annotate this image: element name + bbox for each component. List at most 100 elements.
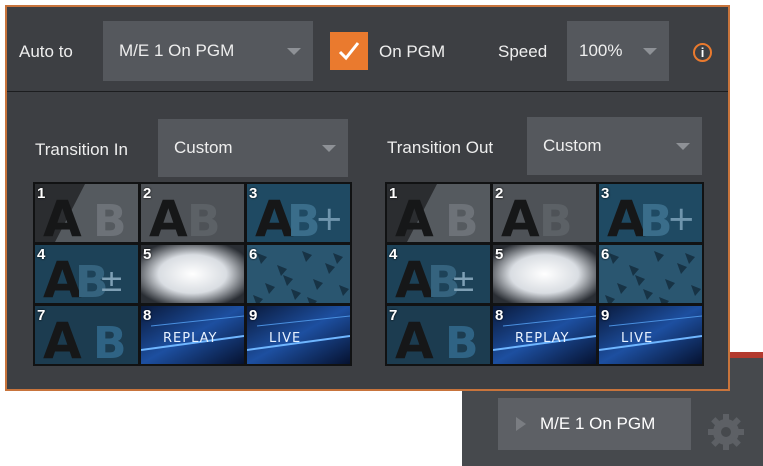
- texture-pattern-icon: [599, 245, 702, 303]
- transition-tile-replay-stinger[interactable]: REPLAY 8: [493, 306, 596, 364]
- transition-in-grid: A B 1 A B 2 A B +3 A B ±4 5 6 A B 7 REPLAY 8 LIVE 9: [33, 182, 352, 366]
- tile-number: 7: [37, 307, 46, 324]
- chevron-down-icon: [643, 48, 657, 55]
- ab-wipe-diagonal-icon: AB: [35, 184, 138, 242]
- svg-text:±: ±: [99, 264, 124, 299]
- transition-tile-ab-dissolve[interactable]: AB2: [493, 184, 596, 242]
- speed-value: 100%: [579, 41, 623, 60]
- tile-number: 4: [389, 246, 398, 263]
- transition-tile-live-stinger[interactable]: LIVE 9: [599, 306, 702, 364]
- live-stinger-icon: LIVE: [247, 306, 350, 364]
- svg-text:+: +: [667, 199, 696, 239]
- svg-text:B: B: [445, 318, 479, 364]
- info-icon[interactable]: i: [693, 43, 712, 62]
- transition-tile-ab-add[interactable]: A B +3: [247, 184, 350, 242]
- svg-text:A: A: [149, 190, 188, 242]
- speed-label: Speed: [498, 42, 548, 61]
- pgm-button-label: M/E 1 On PGM: [540, 414, 656, 433]
- ab-plus-minus-icon: AB±: [387, 245, 490, 303]
- live-stinger-icon: LIVE: [599, 306, 702, 364]
- transition-tile-ab-plus-minus[interactable]: A B ±4: [35, 245, 138, 303]
- svg-text:LIVE: LIVE: [621, 331, 653, 346]
- tile-number: 8: [143, 307, 152, 324]
- transition-tile-texture-pattern[interactable]: 6: [599, 245, 702, 303]
- transition-tile-live-stinger[interactable]: LIVE 9: [247, 306, 350, 364]
- tile-number: 9: [601, 307, 610, 324]
- transition-in-dropdown[interactable]: Custom: [158, 119, 348, 177]
- transition-out-value: Custom: [543, 136, 602, 155]
- transition-tile-ab-dissolve[interactable]: AB2: [141, 184, 244, 242]
- transition-tile-replay-stinger[interactable]: REPLAY 8: [141, 306, 244, 364]
- chevron-down-icon: [322, 145, 336, 152]
- svg-text:REPLAY: REPLAY: [163, 331, 217, 346]
- auto-to-label: Auto to: [19, 42, 73, 61]
- tile-number: 5: [143, 246, 152, 263]
- svg-text:B: B: [445, 196, 479, 242]
- svg-text:+: +: [315, 199, 344, 239]
- tile-number: 1: [37, 185, 46, 202]
- tile-number: 4: [37, 246, 46, 263]
- gear-icon[interactable]: [706, 412, 746, 452]
- chevron-down-icon: [676, 143, 690, 150]
- ab-wipe-diagonal-icon: AB: [387, 184, 490, 242]
- ab-add-icon: AB+: [599, 184, 702, 242]
- transition-out-label: Transition Out: [387, 138, 494, 157]
- tile-number: 8: [495, 307, 504, 324]
- transition-tile-ab-wipe-diagonal[interactable]: AB1: [35, 184, 138, 242]
- auto-to-dropdown[interactable]: M/E 1 On PGM: [103, 21, 313, 81]
- play-icon: [516, 417, 526, 431]
- transition-tile-ab-wipe-diagonal[interactable]: AB1: [387, 184, 490, 242]
- transition-tile-soft-glow[interactable]: 5: [493, 245, 596, 303]
- svg-text:B: B: [93, 318, 127, 364]
- transition-tile-ab-plus-minus[interactable]: A B ±4: [387, 245, 490, 303]
- replay-stinger-icon: REPLAY: [493, 306, 596, 364]
- checkmark-icon: [338, 42, 360, 61]
- svg-text:LIVE: LIVE: [269, 331, 301, 346]
- svg-text:A: A: [43, 190, 82, 242]
- svg-text:B: B: [539, 196, 573, 242]
- transition-tile-soft-glow[interactable]: 5: [141, 245, 244, 303]
- transition-tile-ab-push[interactable]: AB7: [35, 306, 138, 364]
- svg-text:B: B: [187, 196, 221, 242]
- svg-text:±: ±: [451, 264, 476, 299]
- panel-toolbar: Auto to M/E 1 On PGM On PGM Speed 100% i: [7, 7, 728, 92]
- ab-push-icon: AB: [387, 306, 490, 364]
- transition-panel: Auto to M/E 1 On PGM On PGM Speed 100% i…: [5, 5, 730, 391]
- chevron-down-icon: [287, 48, 301, 55]
- soft-glow-icon: [141, 245, 244, 303]
- svg-text:A: A: [395, 312, 434, 364]
- transition-in-value: Custom: [174, 138, 233, 157]
- transition-out-dropdown[interactable]: Custom: [527, 117, 702, 175]
- svg-text:A: A: [43, 312, 82, 364]
- soft-glow-icon: [493, 245, 596, 303]
- on-pgm-checkbox[interactable]: [330, 32, 368, 70]
- ab-add-icon: AB+: [247, 184, 350, 242]
- ab-dissolve-icon: AB: [141, 184, 244, 242]
- texture-pattern-icon: [247, 245, 350, 303]
- ab-dissolve-icon: AB: [493, 184, 596, 242]
- svg-text:A: A: [501, 190, 540, 242]
- replay-stinger-icon: REPLAY: [141, 306, 244, 364]
- auto-to-value: M/E 1 On PGM: [119, 41, 235, 60]
- transition-tile-ab-push[interactable]: AB7: [387, 306, 490, 364]
- ab-plus-minus-icon: AB±: [35, 245, 138, 303]
- on-pgm-label: On PGM: [379, 42, 446, 61]
- svg-text:A: A: [395, 190, 434, 242]
- tile-number: 7: [389, 307, 398, 324]
- speed-dropdown[interactable]: 100%: [567, 21, 669, 81]
- tile-number: 3: [249, 185, 258, 202]
- svg-text:REPLAY: REPLAY: [515, 331, 569, 346]
- tile-number: 6: [601, 246, 610, 263]
- tile-number: 5: [495, 246, 504, 263]
- transition-tile-texture-pattern[interactable]: 6: [247, 245, 350, 303]
- transition-tile-ab-add[interactable]: A B +3: [599, 184, 702, 242]
- tile-number: 9: [249, 307, 258, 324]
- tile-number: 2: [143, 185, 152, 202]
- tile-number: 3: [601, 185, 610, 202]
- transition-out-grid: A B 1 A B 2 A B +3 A B ±4 5 6 A B 7 REPLAY 8 LIVE 9: [385, 182, 704, 366]
- me1-on-pgm-button[interactable]: M/E 1 On PGM: [498, 398, 691, 450]
- svg-text:B: B: [93, 196, 127, 242]
- tile-number: 2: [495, 185, 504, 202]
- ab-push-icon: AB: [35, 306, 138, 364]
- tile-number: 1: [389, 185, 398, 202]
